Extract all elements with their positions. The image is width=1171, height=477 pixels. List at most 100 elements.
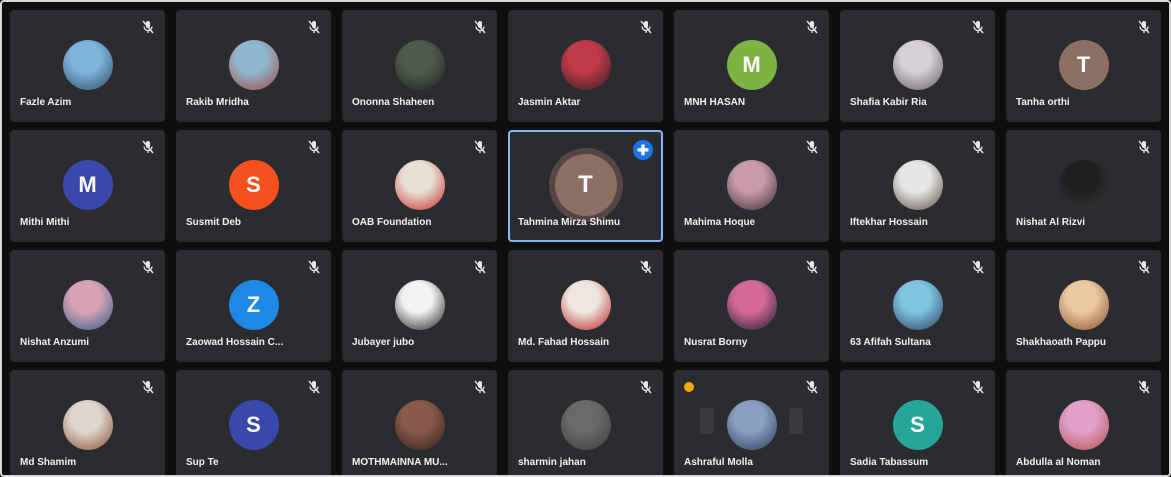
raised-hand-icon [684,382,694,392]
mic-muted-icon [1137,140,1151,154]
participant-avatar: M [62,160,113,210]
participant-tile[interactable]: OAB Foundation [342,130,497,242]
participant-tile[interactable]: M MNH HASAN [674,10,829,122]
mic-muted-icon [1137,380,1151,394]
participant-avatar [394,400,445,450]
participant-tile[interactable]: T Tanha orthi [1006,10,1161,122]
video-blur-shape [789,408,803,434]
participant-tile[interactable]: Shafia Kabir Ria [840,10,995,122]
participant-avatar [892,160,943,210]
participant-avatar: M [726,40,777,90]
mic-muted-icon [473,20,487,34]
participant-tile[interactable]: Nishat Al Rizvi [1006,130,1161,242]
participant-avatar [726,160,777,210]
participant-tile[interactable]: Nusrat Borny [674,250,829,362]
participant-name: Md. Fahad Hossain [518,337,610,348]
mic-muted-icon [141,20,155,34]
participant-name: Mahima Hoque [684,217,756,228]
participant-avatar [892,280,943,330]
mic-muted-icon [1137,260,1151,274]
mic-muted-icon [1137,20,1151,34]
mic-muted-icon [639,380,653,394]
participant-avatar: S [228,400,279,450]
video-blur-shape [700,408,714,434]
participant-tile[interactable]: 63 Afifah Sultana [840,250,995,362]
participant-tile[interactable]: Nishat Anzumi [10,250,165,362]
participant-name: MOTHMAINNA MU... [352,457,448,468]
participant-name: Ashraful Molla [684,457,753,468]
participant-avatar: Z [228,280,279,330]
participant-name: Jasmin Aktar [518,97,581,108]
participant-name: Shakhaoath Pappu [1016,337,1107,348]
mic-muted-icon [141,140,155,154]
mic-muted-icon [971,140,985,154]
participant-name: Sadia Tabassum [850,457,929,468]
mic-muted-icon [473,260,487,274]
participant-name: Shafia Kabir Ria [850,97,927,108]
mic-muted-icon [805,260,819,274]
mic-muted-icon [307,140,321,154]
participant-tile[interactable]: S Sadia Tabassum [840,370,995,475]
participant-tile[interactable]: MOTHMAINNA MU... [342,370,497,475]
participant-tile[interactable]: Md Shamim [10,370,165,475]
participant-name: Rakib Mridha [186,97,249,108]
participant-name: Ononna Shaheen [352,97,435,108]
participant-tile[interactable]: Jubayer jubo [342,250,497,362]
participant-tile[interactable]: sharmin jahan [508,370,663,475]
mic-muted-icon [307,380,321,394]
participant-tile[interactable]: Fazle Azim [10,10,165,122]
participant-tile[interactable]: Abdulla al Noman [1006,370,1161,475]
participant-name: Nishat Al Rizvi [1016,217,1086,228]
participant-name: Iftekhar Hossain [850,217,928,228]
participant-name: sharmin jahan [518,457,586,468]
participant-name: Abdulla al Noman [1016,457,1101,468]
mic-muted-icon [307,260,321,274]
participant-tile[interactable]: Md. Fahad Hossain [508,250,663,362]
mic-muted-icon [639,20,653,34]
participant-tile[interactable]: S Sup Te [176,370,331,475]
mic-muted-icon [805,380,819,394]
participant-avatar [228,40,279,90]
participant-tile[interactable]: T ✚ Tahmina Mirza Shimu [508,130,663,242]
pin-icon[interactable]: ✚ [633,140,653,160]
participant-tile[interactable]: Iftekhar Hossain [840,130,995,242]
participant-tile[interactable]: M Mithi Mithi [10,130,165,242]
participant-avatar [560,280,611,330]
mic-muted-icon [805,20,819,34]
mic-muted-icon [971,380,985,394]
participant-tile[interactable]: S Susmit Deb [176,130,331,242]
participant-avatar [394,160,445,210]
participant-name: Mithi Mithi [20,217,70,228]
participant-avatar [726,280,777,330]
mic-muted-icon [141,380,155,394]
participant-name: Md Shamim [20,457,77,468]
mic-muted-icon [473,380,487,394]
participant-avatar [62,280,113,330]
mic-muted-icon [971,260,985,274]
participant-avatar [1058,160,1109,210]
participant-avatar [726,400,777,450]
participant-name: 63 Afifah Sultana [850,337,931,348]
participant-grid: Fazle Azim Rakib Mridha Ononna Shaheen Jasm… [10,10,1161,475]
participant-avatar: S [228,160,279,210]
participant-tile[interactable]: Shakhaoath Pappu [1006,250,1161,362]
participant-name: Zaowad Hossain C... [186,337,284,348]
participant-name: OAB Foundation [352,217,432,228]
mic-muted-icon [971,20,985,34]
participant-tile[interactable]: Mahima Hoque [674,130,829,242]
participant-avatar [892,40,943,90]
participant-tile[interactable]: Rakib Mridha [176,10,331,122]
participant-tile[interactable]: Ashraful Molla [674,370,829,475]
participant-name: Tanha orthi [1016,97,1070,108]
participant-avatar: S [892,400,943,450]
participant-name: Sup Te [186,457,219,468]
participant-avatar [1058,280,1109,330]
participant-tile[interactable]: Ononna Shaheen [342,10,497,122]
mic-muted-icon [639,260,653,274]
participant-name: Nishat Anzumi [20,337,90,348]
participant-tile[interactable]: Z Zaowad Hossain C... [176,250,331,362]
participant-name: Jubayer jubo [352,337,415,348]
participant-tile[interactable]: Jasmin Aktar [508,10,663,122]
participant-avatar [62,40,113,90]
participant-name: Nusrat Borny [684,337,748,348]
